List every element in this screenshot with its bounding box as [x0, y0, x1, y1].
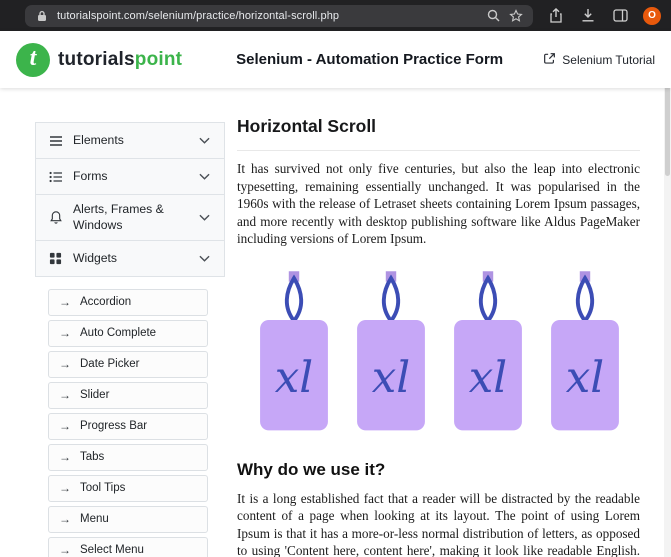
list-icon	[48, 171, 63, 183]
brand-text-green: point	[135, 49, 182, 70]
sidebar-item-label: Tool Tips	[80, 482, 125, 494]
intro-paragraph: It has survived not only five centuries,…	[237, 160, 640, 248]
sidebar-item-label: Tabs	[80, 451, 104, 463]
zoom-icon[interactable]	[485, 8, 501, 24]
arrow-right-icon: →	[59, 481, 71, 495]
section-label: Elements	[73, 132, 187, 148]
section-label: Widgets	[73, 250, 187, 266]
sidebar-section-forms[interactable]: Forms	[35, 158, 225, 195]
sidebar-item-label: Slider	[80, 389, 109, 401]
arrow-right-icon: →	[59, 295, 71, 309]
content-title: Horizontal Scroll	[237, 116, 640, 151]
sidebar-item-label: Progress Bar	[80, 420, 147, 432]
arrow-right-icon: →	[59, 419, 71, 433]
tag-label: xl	[275, 353, 313, 403]
external-link-icon	[543, 52, 556, 68]
sidebar-section-elements[interactable]: Elements	[35, 122, 225, 159]
main-content: Horizontal Scroll It has survived not on…	[237, 116, 640, 557]
logo-icon: t	[16, 43, 50, 77]
sidebar-item-progress-bar[interactable]: → Progress Bar	[48, 413, 208, 440]
bell-icon	[48, 210, 63, 225]
sidebar-item-label: Date Picker	[80, 358, 139, 370]
chrome-actions: O	[547, 7, 661, 25]
selenium-tutorial-link[interactable]: Selenium Tutorial	[543, 52, 655, 68]
arrow-right-icon: →	[59, 326, 71, 340]
arrow-right-icon: →	[59, 388, 71, 402]
chevron-down-icon	[197, 214, 212, 221]
profile-avatar[interactable]: O	[643, 7, 661, 25]
price-tag-icon: xl	[448, 260, 528, 446]
tag-label: xl	[566, 353, 604, 403]
chevron-down-icon	[197, 137, 212, 144]
sidebar-item-label: Select Menu	[80, 544, 144, 556]
browser-chrome: tutorialspoint.com/selenium/practice/hor…	[0, 0, 671, 31]
url-text: tutorialspoint.com/selenium/practice/hor…	[57, 10, 478, 22]
hamburger-icon	[48, 135, 63, 147]
page-scrollbar[interactable]	[664, 31, 671, 557]
arrow-right-icon: →	[59, 357, 71, 371]
sidebar-item-slider[interactable]: → Slider	[48, 382, 208, 409]
tutorial-link-label: Selenium Tutorial	[562, 53, 655, 67]
sidebar: Elements Forms Alerts, Frames & Windows	[35, 122, 225, 557]
download-icon[interactable]	[579, 7, 597, 25]
brand-text-bold: tutorials	[58, 49, 135, 70]
brand-text: tutorialspoint	[58, 49, 182, 71]
price-tag-icon: xl	[254, 260, 334, 446]
sidebar-item-tabs[interactable]: → Tabs	[48, 444, 208, 471]
side-panel-icon[interactable]	[611, 7, 629, 25]
bookmark-star-icon[interactable]	[508, 8, 524, 24]
lock-icon	[34, 8, 50, 24]
sidebar-item-label: Accordion	[80, 296, 131, 308]
arrow-right-icon: →	[59, 512, 71, 526]
browser-window: tutorialspoint.com/selenium/practice/hor…	[0, 0, 671, 557]
price-tag-icon: xl	[545, 260, 625, 446]
grid-icon	[48, 252, 63, 265]
sidebar-item-auto-complete[interactable]: → Auto Complete	[48, 320, 208, 347]
xl-tags-image: xl xl xl xl	[237, 260, 640, 446]
chevron-down-icon	[197, 173, 212, 180]
sidebar-item-label: Menu	[80, 513, 109, 525]
widgets-submenu: → Accordion → Auto Complete → Date Picke…	[48, 289, 208, 557]
tag-label: xl	[469, 353, 507, 403]
site-header: t tutorialspoint Selenium - Automation P…	[0, 31, 671, 88]
page-title: Selenium - Automation Practice Form	[226, 51, 543, 68]
tag-label: xl	[372, 353, 410, 403]
sidebar-item-select-menu[interactable]: → Select Menu	[48, 537, 208, 557]
section-label: Alerts, Frames & Windows	[73, 201, 187, 234]
share-icon[interactable]	[547, 7, 565, 25]
sidebar-item-tool-tips[interactable]: → Tool Tips	[48, 475, 208, 502]
arrow-right-icon: →	[59, 543, 71, 557]
sidebar-section-alerts-frames-windows[interactable]: Alerts, Frames & Windows	[35, 194, 225, 241]
price-tag-icon: xl	[351, 260, 431, 446]
sidebar-item-accordion[interactable]: → Accordion	[48, 289, 208, 316]
sidebar-section-widgets[interactable]: Widgets	[35, 240, 225, 277]
chevron-down-icon	[197, 255, 212, 262]
body-paragraph: It is a long established fact that a rea…	[237, 490, 640, 557]
sidebar-item-label: Auto Complete	[80, 327, 156, 339]
url-bar[interactable]: tutorialspoint.com/selenium/practice/hor…	[25, 5, 533, 27]
section-label: Forms	[73, 168, 187, 184]
tutorialspoint-logo[interactable]: t tutorialspoint	[16, 43, 226, 77]
sidebar-item-menu[interactable]: → Menu	[48, 506, 208, 533]
arrow-right-icon: →	[59, 450, 71, 464]
sidebar-item-date-picker[interactable]: → Date Picker	[48, 351, 208, 378]
section-title: Why do we use it?	[237, 460, 640, 480]
